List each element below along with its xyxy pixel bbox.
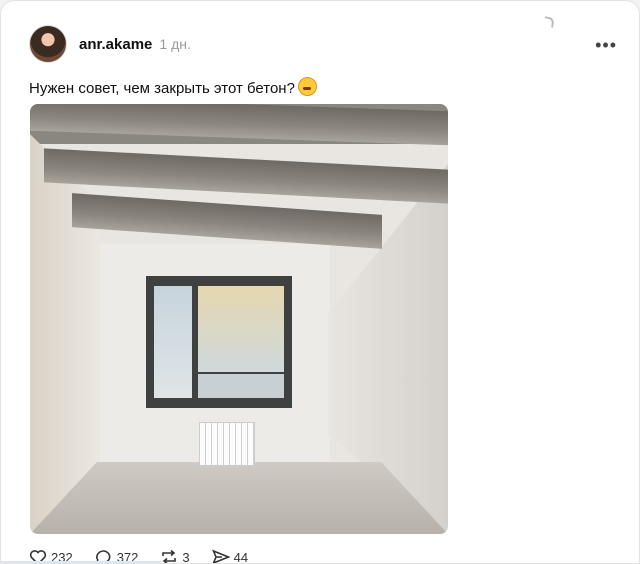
window [146, 276, 292, 408]
send-icon [211, 549, 230, 563]
face-with-hand-over-mouth-icon [297, 77, 317, 96]
post-header: anr.akame 1 дн. [29, 25, 191, 63]
post-time[interactable]: 1 дн. [159, 36, 190, 52]
share-button[interactable]: 44 [211, 549, 249, 564]
post-photo[interactable] [30, 104, 448, 534]
post-card: anr.akame 1 дн. ••• Нужен совет, чем зак… [0, 0, 640, 564]
ceiling-beam [72, 193, 382, 249]
post-text: Нужен совет, чем закрыть этот бетон? [29, 77, 317, 97]
radiator [199, 422, 255, 466]
repost-icon [162, 549, 177, 563]
username[interactable]: anr.akame [79, 36, 152, 53]
repost-count: 3 [182, 549, 190, 564]
repost-button[interactable]: 3 [160, 549, 190, 564]
avatar[interactable] [29, 25, 67, 63]
post-text-content: Нужен совет, чем закрыть этот бетон? [29, 80, 295, 97]
loading-indicator-icon [543, 16, 555, 28]
more-options-button[interactable]: ••• [595, 35, 617, 56]
share-count: 44 [233, 549, 249, 564]
